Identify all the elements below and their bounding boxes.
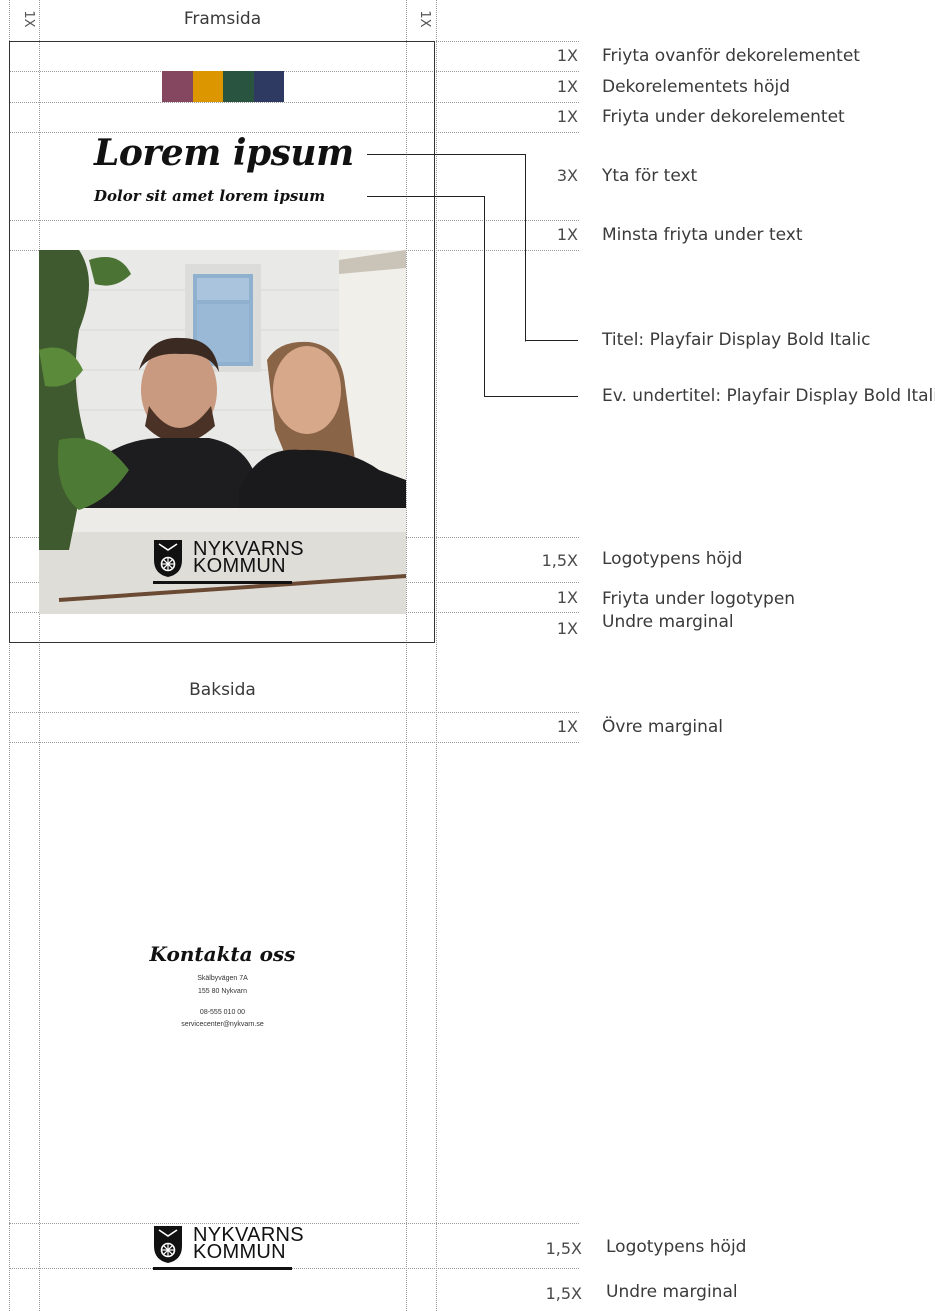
guide-h-back-top <box>9 712 579 713</box>
contact-email: servicecenter@nykvarn.se <box>181 1021 264 1028</box>
contact-phone: 08-555 010 00 <box>199 1009 246 1016</box>
title-leader-end <box>525 340 578 341</box>
guide-h-back-logo-bottom <box>9 1268 579 1269</box>
contact-address-line-1: Skälbyvägen 7A <box>197 975 248 982</box>
front-guide-unit: 1X <box>556 77 578 96</box>
back-guide-unit: 1,5X <box>545 1239 582 1258</box>
contact-address-line-2: 155 80 Nykvarn <box>197 988 248 995</box>
decor-swatch <box>223 71 254 102</box>
front-guide-unit: 1X <box>556 107 578 126</box>
front-guide-label: Logotypens höjd <box>602 549 743 569</box>
front-guide-label: Friyta under dekorelementet <box>602 107 845 127</box>
subtitle-leader-end <box>484 396 578 397</box>
margin-mark-left: 1X <box>21 10 36 28</box>
front-guide-unit: 1X <box>556 619 578 638</box>
front-guide-label: Friyta ovanför dekorelementet <box>602 46 860 66</box>
back-heading: Baksida <box>189 680 256 700</box>
logo-line-2: KOMMUN <box>193 555 286 577</box>
front-guide-unit: 3X <box>556 166 578 185</box>
back-guide-unit: 1X <box>556 717 578 736</box>
front-guide-label: Dekorelementets höjd <box>602 77 790 97</box>
decor-swatch <box>192 71 223 102</box>
logo-line-2: KOMMUN <box>193 1241 286 1263</box>
subtitle-font-note: Ev. undertitel: Playfair Display Bold It… <box>602 386 935 406</box>
guide-h-back-margin <box>9 742 579 743</box>
title-font-note: Titel: Playfair Display Bold Italic <box>602 330 871 350</box>
front-guide-unit: 1,5X <box>541 551 578 570</box>
front-title: Lorem ipsum <box>94 132 354 174</box>
back-guide-label: Logotypens höjd <box>606 1237 747 1257</box>
coat-of-arms-icon <box>154 1226 182 1263</box>
back-guide-label: Övre marginal <box>602 717 724 737</box>
decor-swatch <box>253 71 284 102</box>
back-logo: NYKVARNS KOMMUN <box>153 1222 304 1270</box>
contact-title: Kontakta oss <box>149 942 296 966</box>
logo-underline <box>153 1267 292 1270</box>
front-subtitle: Dolor sit amet lorem ipsum <box>94 187 326 205</box>
decor-element <box>162 71 284 102</box>
front-logo: NYKVARNS KOMMUN <box>153 536 304 584</box>
back-guide-unit: 1,5X <box>545 1284 582 1303</box>
margin-mark-right: 1X <box>417 10 432 28</box>
front-guide-label: Undre marginal <box>602 612 734 632</box>
front-guide-label: Friyta under logotypen <box>602 589 796 609</box>
logo-underline <box>153 581 292 584</box>
front-guide-label: Minsta friyta under text <box>602 225 803 245</box>
coat-of-arms-icon <box>154 540 182 577</box>
front-guide-unit: 1X <box>556 46 578 65</box>
front-guide-unit: 1X <box>556 225 578 244</box>
front-guide-unit: 1X <box>556 588 578 607</box>
decor-swatch <box>162 71 193 102</box>
front-heading: Framsida <box>183 9 262 29</box>
front-guide-label: Yta för text <box>602 166 698 186</box>
back-guide-label: Undre marginal <box>606 1282 738 1302</box>
